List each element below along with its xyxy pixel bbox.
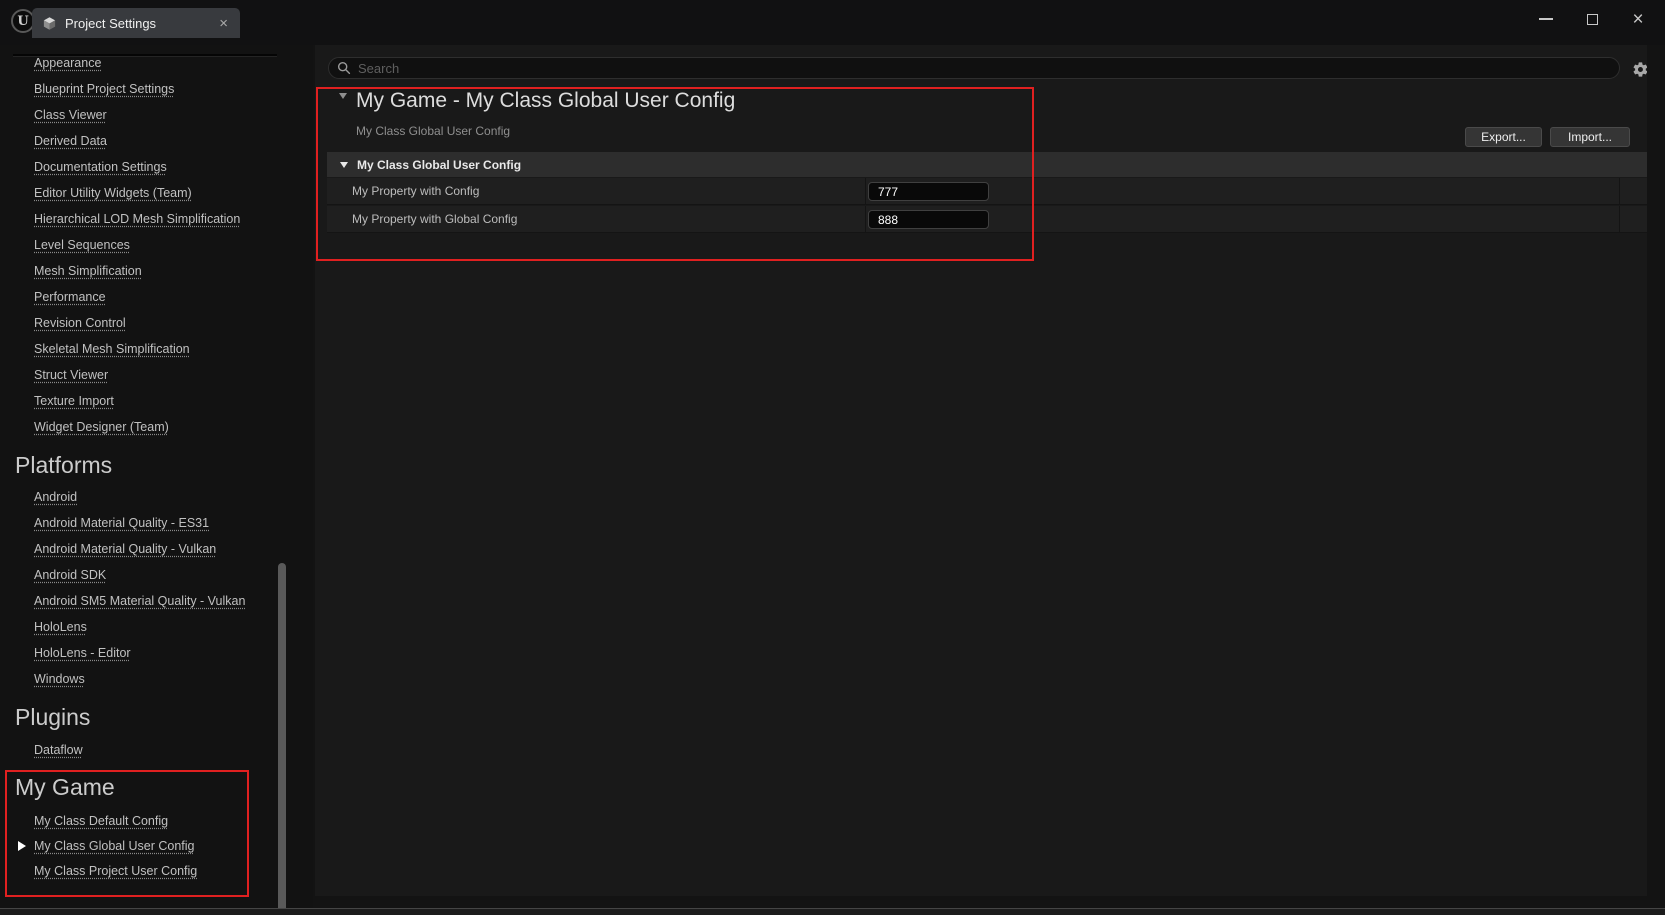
- property-label: My Property with Config: [352, 178, 479, 205]
- sidebar-item-android-sdk[interactable]: Android SDK: [34, 565, 106, 585]
- sidebar-item-my-class-default-config[interactable]: My Class Default Config: [34, 811, 168, 831]
- tab-close-icon[interactable]: ×: [217, 16, 230, 31]
- settings-sidebar: Appearance Blueprint Project Settings Cl…: [0, 45, 313, 908]
- project-settings-window: U Project Settings × × Appearance Bluepr…: [0, 0, 1665, 915]
- section-collapse-icon[interactable]: [340, 162, 348, 168]
- property-value-input[interactable]: [868, 210, 989, 229]
- sidebar-item-android-sm5-mq-vulkan[interactable]: Android SM5 Material Quality - Vulkan: [34, 591, 245, 611]
- search-input[interactable]: [358, 61, 1611, 76]
- section-header-label: My Class Global User Config: [357, 158, 521, 172]
- sidebar-item-class-viewer[interactable]: Class Viewer: [34, 105, 107, 125]
- sidebar-item-performance[interactable]: Performance: [34, 287, 106, 307]
- property-row-global-config: My Property with Global Config: [327, 206, 1647, 233]
- export-button[interactable]: Export...: [1465, 127, 1542, 147]
- category-title: My Game - My Class Global User Config: [356, 89, 735, 113]
- close-button[interactable]: ×: [1625, 6, 1651, 32]
- sidebar-section-plugins: Plugins: [15, 702, 90, 732]
- sidebar-section-platforms: Platforms: [15, 450, 112, 480]
- sidebar-item-documentation-settings[interactable]: Documentation Settings: [34, 157, 167, 177]
- sidebar-item-android[interactable]: Android: [34, 487, 77, 507]
- sidebar-section-my-game: My Game: [15, 772, 115, 802]
- property-value-input[interactable]: [868, 182, 989, 201]
- sidebar-item-mesh-simplification[interactable]: Mesh Simplification: [34, 261, 142, 281]
- sidebar-item-dataflow[interactable]: Dataflow: [34, 740, 83, 760]
- search-icon: [337, 61, 351, 75]
- import-button[interactable]: Import...: [1550, 127, 1630, 147]
- bottom-strip: [0, 909, 1665, 915]
- category-collapse-icon[interactable]: [339, 99, 347, 117]
- sidebar-item-android-mq-es31[interactable]: Android Material Quality - ES31: [34, 513, 209, 533]
- tab-project-settings[interactable]: Project Settings ×: [32, 8, 240, 38]
- sidebar-item-my-class-global-user-config[interactable]: My Class Global User Config: [34, 836, 194, 856]
- sidebar-item-hololens-editor[interactable]: HoloLens - Editor: [34, 643, 131, 663]
- sidebar-item-struct-viewer[interactable]: Struct Viewer: [34, 365, 108, 385]
- sidebar-item-editor-utility-widgets[interactable]: Editor Utility Widgets (Team): [34, 183, 192, 203]
- section-header-row[interactable]: My Class Global User Config: [327, 152, 1647, 177]
- sidebar-item-hololens[interactable]: HoloLens: [34, 617, 87, 637]
- sidebar-item-level-sequences[interactable]: Level Sequences: [34, 235, 130, 255]
- category-subtitle: My Class Global User Config: [356, 124, 510, 138]
- sidebar-item-derived-data[interactable]: Derived Data: [34, 131, 107, 151]
- window-controls: ×: [1533, 6, 1651, 32]
- sidebar-scrollbar-thumb[interactable]: [278, 563, 286, 915]
- sidebar-item-appearance[interactable]: Appearance: [34, 53, 101, 73]
- tab-title: Project Settings: [65, 16, 209, 31]
- selected-item-arrow-icon: [18, 841, 26, 851]
- property-label: My Property with Global Config: [352, 206, 517, 233]
- column-splitter[interactable]: [1619, 178, 1620, 205]
- sidebar-item-skeletal-mesh-simplification[interactable]: Skeletal Mesh Simplification: [34, 339, 190, 359]
- maximize-button[interactable]: [1579, 6, 1605, 32]
- sidebar-item-widget-designer[interactable]: Widget Designer (Team): [34, 417, 169, 437]
- sidebar-item-my-class-project-user-config[interactable]: My Class Project User Config: [34, 861, 197, 881]
- project-settings-icon: [42, 16, 57, 31]
- sidebar-item-texture-import[interactable]: Texture Import: [34, 391, 114, 411]
- search-bar[interactable]: [328, 57, 1620, 79]
- settings-main-panel: My Game - My Class Global User Config My…: [315, 45, 1647, 896]
- title-bar: U Project Settings × ×: [0, 0, 1665, 45]
- sidebar-item-windows[interactable]: Windows: [34, 669, 85, 689]
- property-row-config: My Property with Config: [327, 178, 1647, 205]
- sidebar-item-hierarchical-lod[interactable]: Hierarchical LOD Mesh Simplification: [34, 209, 240, 229]
- sidebar-item-revision-control[interactable]: Revision Control: [34, 313, 126, 333]
- column-splitter[interactable]: [865, 178, 866, 205]
- sidebar-item-blueprint-project-settings[interactable]: Blueprint Project Settings: [34, 79, 174, 99]
- column-splitter[interactable]: [1619, 206, 1620, 233]
- right-edge-strip: [1647, 45, 1665, 896]
- sidebar-item-android-mq-vulkan[interactable]: Android Material Quality - Vulkan: [34, 539, 216, 559]
- column-splitter[interactable]: [865, 206, 866, 233]
- minimize-button[interactable]: [1533, 6, 1559, 32]
